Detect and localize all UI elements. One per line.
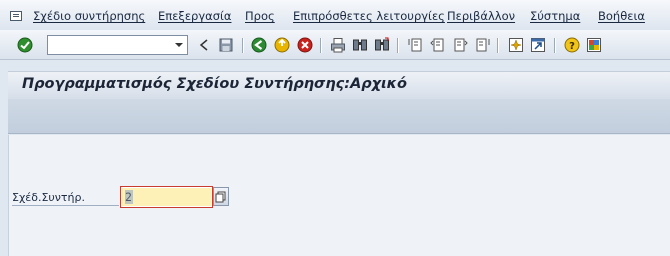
menu-environment[interactable]: Περιβάλλον [447,9,515,23]
toolbar-separator [397,38,398,53]
menu-maintenance-plan[interactable]: Σχέδιο συντήρησης [33,9,145,23]
print-icon[interactable] [330,37,346,53]
menu-help[interactable]: Βοήθεια [598,9,645,23]
find-icon[interactable] [352,37,368,53]
new-session-icon[interactable] [508,37,524,53]
next-page-icon[interactable] [452,37,468,53]
shortcut-icon[interactable] [530,37,546,53]
toolbar-separator [320,38,321,53]
exit-icon[interactable] [274,37,290,53]
toolbar-separator [242,38,243,53]
previous-page-icon[interactable] [430,37,446,53]
save-icon[interactable] [218,37,234,53]
help-icon[interactable]: ? [564,37,580,53]
toolbar-separator [497,38,498,53]
back-arrow-icon[interactable] [196,37,212,53]
page-title: Προγραμματισμός Σχεδίου Συντήρησης:Αρχικ… [22,76,407,92]
cancel-icon[interactable] [297,37,313,53]
command-input[interactable] [49,37,171,53]
text-selection-highlight [125,190,133,204]
menu-edit[interactable]: Επεξεργασία [158,9,231,23]
standard-toolbar: ? [0,30,670,60]
label-underline [12,205,119,206]
maintenance-plan-label: Σχέδ.Συντήρ. [12,191,86,204]
maintenance-plan-input[interactable] [122,188,211,206]
menu-system[interactable]: Σύστημα [530,9,580,23]
find-next-icon[interactable] [374,37,390,53]
possible-entries-icon [215,191,226,203]
window-frame [0,61,8,256]
enter-icon[interactable] [17,37,33,53]
customize-layout-icon[interactable] [586,37,602,53]
command-field [47,35,188,55]
menu-goto[interactable]: Προς [245,9,275,23]
application-toolbar [8,99,670,134]
content-area [8,135,670,256]
menu-bar: Σχέδιο συντήρησης Επεξεργασία Προς Επιπρ… [0,0,670,30]
chevron-down-icon[interactable] [171,36,187,54]
menu-extras[interactable]: Επιπρόσθετες λειτουργίες [293,9,445,23]
first-page-icon[interactable] [408,37,424,53]
possible-entries-button[interactable] [213,187,229,206]
last-page-icon[interactable] [474,37,490,53]
title-bar: Προγραμματισμός Σχεδίου Συντήρησης:Αρχικ… [8,71,670,99]
system-menu-icon[interactable] [10,11,22,21]
back-icon[interactable] [251,37,267,53]
toolbar-separator [554,38,555,53]
maintenance-plan-field [120,186,213,208]
svg-text:?: ? [569,41,575,52]
